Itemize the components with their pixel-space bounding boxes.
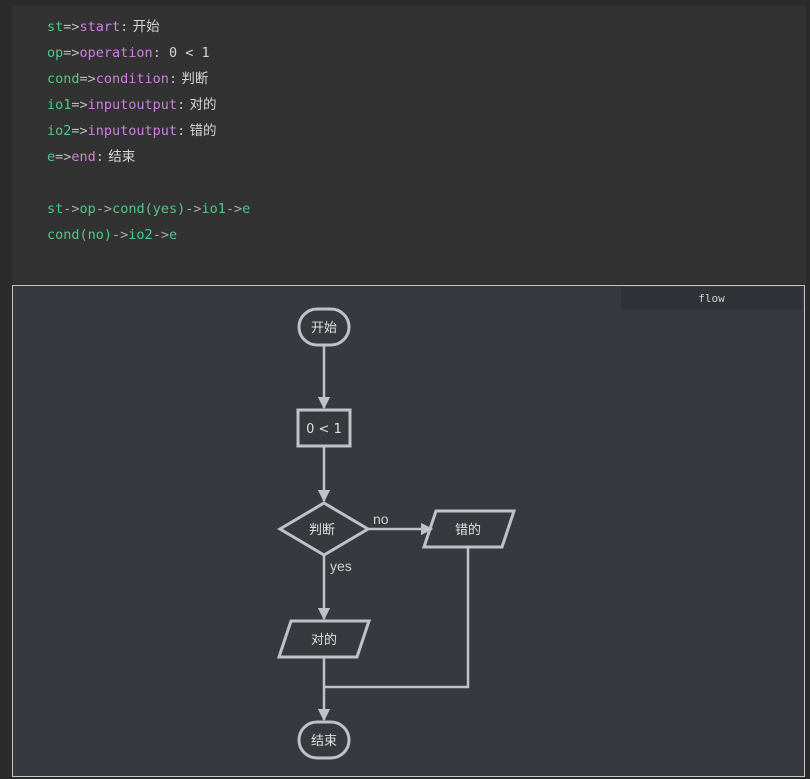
node-condition-label: 判断 <box>309 523 335 538</box>
node-start-label: 开始 <box>311 321 337 336</box>
node-operation-label: 0 < 1 <box>306 422 342 437</box>
edge-label-yes: yes <box>330 558 352 574</box>
node-io-no-label: 错的 <box>455 522 481 538</box>
flowchart-svg: 开始 0 < 1 判断 错的 对的 结束 no yes <box>276 307 517 760</box>
node-io-yes-label: 对的 <box>311 632 337 648</box>
edge-label-no: no <box>373 511 389 527</box>
node-end-label: 结束 <box>311 734 337 749</box>
